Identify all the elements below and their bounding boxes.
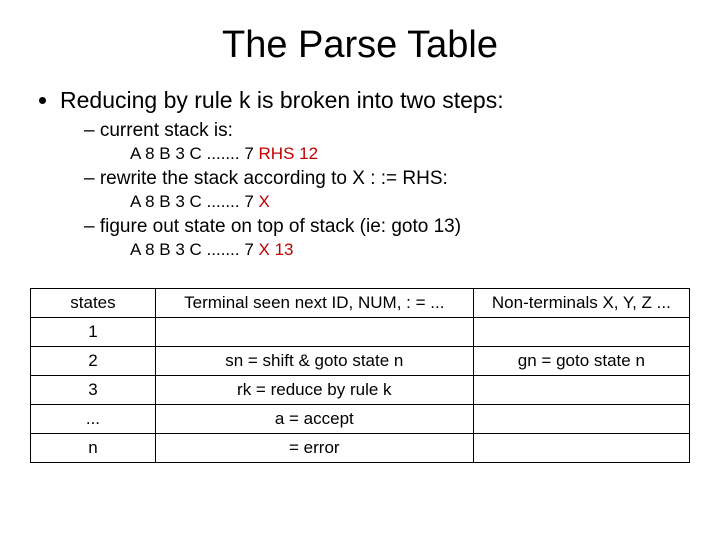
parse-table: states Terminal seen next ID, NUM, : = .… xyxy=(30,288,690,463)
sub-item-2: rewrite the stack according to X : := RH… xyxy=(84,168,690,190)
table-header-row: states Terminal seen next ID, NUM, : = .… xyxy=(31,289,690,318)
sub-item-3: figure out state on top of stack (ie: go… xyxy=(84,216,690,238)
stack2-prefix: A 8 B 3 C ....... 7 xyxy=(130,192,259,211)
cell-state: n xyxy=(31,434,156,463)
table-row: 3 rk = reduce by rule k xyxy=(31,376,690,405)
cell-nonterminal xyxy=(473,376,689,405)
header-states: states xyxy=(31,289,156,318)
stack-line-2: A 8 B 3 C ....... 7 X xyxy=(130,192,690,212)
slide-title: The Parse Table xyxy=(30,24,690,67)
table-row: n = error xyxy=(31,434,690,463)
cell-terminal xyxy=(155,318,473,347)
cell-terminal: rk = reduce by rule k xyxy=(155,376,473,405)
cell-nonterminal xyxy=(473,318,689,347)
header-terminal: Terminal seen next ID, NUM, : = ... xyxy=(155,289,473,318)
stack1-prefix: A 8 B 3 C ....... 7 xyxy=(130,144,259,163)
table-row: ... a = accept xyxy=(31,405,690,434)
stack2-highlight: X xyxy=(259,192,270,211)
sub-item-1: current stack is: xyxy=(84,120,690,142)
stack1-highlight: RHS 12 xyxy=(259,144,319,163)
slide: The Parse Table Reducing by rule k is br… xyxy=(0,0,720,540)
cell-state: 2 xyxy=(31,347,156,376)
cell-state: 3 xyxy=(31,376,156,405)
cell-nonterminal: gn = goto state n xyxy=(473,347,689,376)
cell-terminal: a = accept xyxy=(155,405,473,434)
bullet-main: Reducing by rule k is broken into two st… xyxy=(60,87,690,260)
cell-nonterminal xyxy=(473,405,689,434)
stack-line-3: A 8 B 3 C ....... 7 X 13 xyxy=(130,240,690,260)
header-nonterminal: Non-terminals X, Y, Z ... xyxy=(473,289,689,318)
cell-nonterminal xyxy=(473,434,689,463)
cell-terminal: sn = shift & goto state n xyxy=(155,347,473,376)
bullet-main-text: Reducing by rule k is broken into two st… xyxy=(60,87,504,113)
stack3-prefix: A 8 B 3 C ....... 7 xyxy=(130,240,259,259)
table-row: 1 xyxy=(31,318,690,347)
stack3-highlight: X 13 xyxy=(259,240,294,259)
sub-list: current stack is: A 8 B 3 C ....... 7 RH… xyxy=(60,120,690,260)
stack-line-1: A 8 B 3 C ....... 7 RHS 12 xyxy=(130,144,690,164)
cell-state: ... xyxy=(31,405,156,434)
table-row: 2 sn = shift & goto state n gn = goto st… xyxy=(31,347,690,376)
cell-terminal: = error xyxy=(155,434,473,463)
bullet-list: Reducing by rule k is broken into two st… xyxy=(30,87,690,260)
cell-state: 1 xyxy=(31,318,156,347)
